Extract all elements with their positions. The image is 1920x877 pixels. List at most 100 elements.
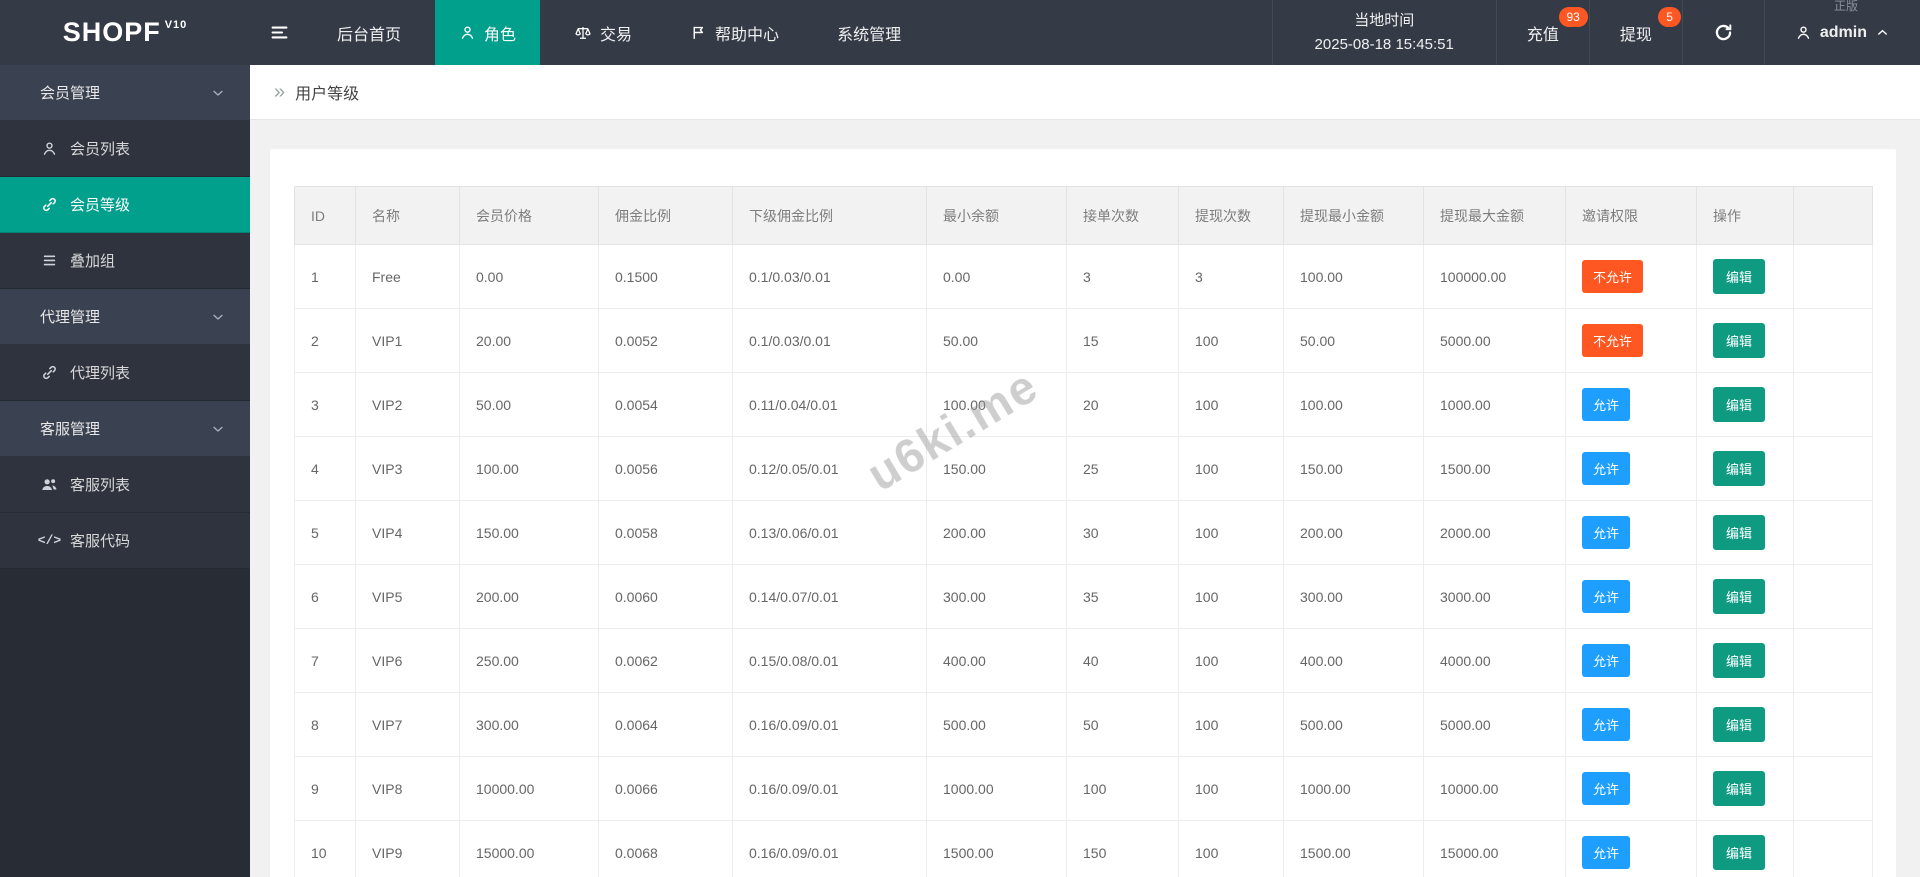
cell-min-withdraw: 50.00 [1283,308,1424,373]
person-icon [40,140,59,157]
cell-invite-permission: 允许 [1565,372,1697,437]
invite-permission-badge: 允许 [1582,644,1631,677]
cell-invite-permission: 允许 [1565,436,1697,501]
col-header-name: 名称 [355,186,460,245]
app-logo: SHOPF V10 [0,0,250,65]
cell-orders: 50 [1066,692,1179,757]
sidebar-item-agent-list[interactable]: 代理列表 [0,345,250,401]
cell-id: 5 [294,500,356,565]
table-row: 7 VIP6 250.00 0.0062 0.15/0.08/0.01 400.00 40 1… [294,628,1873,693]
invite-permission-badge: 允许 [1582,388,1631,421]
nav-item-label: 系统管理 [837,26,902,44]
cell-max-withdraw: 1000.00 [1423,372,1566,437]
sidebar-item-member-list[interactable]: 会员列表 [0,121,250,177]
cell-commission: 0.1500 [598,244,733,309]
cell-withdraw-count: 100 [1178,500,1284,565]
cell-actions: 编辑 [1696,820,1794,877]
cell-empty [1793,692,1873,757]
sidebar-item-member-level[interactable]: 会员等级 [0,177,250,233]
edit-button[interactable]: 编辑 [1713,643,1766,678]
nav-item-help-center[interactable]: 帮助中心 [666,0,803,65]
cell-id: 10 [294,820,356,877]
cell-orders: 150 [1066,820,1179,877]
sidebar-item-stack-group[interactable]: 叠加组 [0,233,250,289]
cell-name: VIP2 [355,372,460,437]
cell-withdraw-count: 100 [1178,564,1284,629]
cell-min-withdraw: 1500.00 [1283,820,1424,877]
cell-min-balance: 0.00 [926,244,1067,309]
edit-button[interactable]: 编辑 [1713,451,1766,486]
invite-permission-badge: 允许 [1582,772,1631,805]
sidebar-group-member-management[interactable]: 会员管理 [0,65,250,121]
edit-button[interactable]: 编辑 [1713,259,1766,294]
table-row: 5 VIP4 150.00 0.0058 0.13/0.06/0.01 200.00 30 1… [294,500,1873,565]
col-header-max-withdraw: 提现最大金额 [1423,186,1566,245]
hamburger-icon [269,22,290,43]
edit-button[interactable]: 编辑 [1713,323,1766,358]
chevron-down-icon [210,421,226,437]
sidebar-toggle-button[interactable] [250,0,308,65]
withdraw-button[interactable]: 提现 5 [1588,0,1682,65]
nav-item-label: 角色 [484,26,517,44]
cell-price: 250.00 [459,628,599,693]
refresh-button[interactable] [1681,0,1764,65]
cell-min-balance: 1500.00 [926,820,1067,877]
cell-id: 9 [294,756,356,821]
cell-sub-commission: 0.1/0.03/0.01 [732,244,927,309]
table-row: 10 VIP9 15000.00 0.0068 0.16/0.09/0.01 1500.0… [294,820,1873,877]
username-label: admin [1819,23,1867,41]
edit-button[interactable]: 编辑 [1713,707,1766,742]
cell-withdraw-count: 100 [1178,692,1284,757]
col-header-sub-commission: 下级佣金比例 [732,186,927,245]
edit-button[interactable]: 编辑 [1713,771,1766,806]
nav-item-dashboard[interactable]: 后台首页 [313,0,425,65]
sidebar-group-label: 客服管理 [40,421,101,438]
nav-item-trade[interactable]: 交易 [550,0,656,65]
table-body: 1 Free 0.00 0.1500 0.1/0.03/0.01 0.00 3 3 100.00… [294,244,1873,877]
cell-commission: 0.0068 [598,820,733,877]
cell-max-withdraw: 2000.00 [1423,500,1566,565]
sidebar-item-support-code[interactable]: </> 客服代码 [0,513,250,569]
main-content: » 用户等级 ID 名称 会员价格 佣金比例 下级佣金比例 最小余额 接单次数 [250,0,1920,877]
cell-withdraw-count: 100 [1178,308,1284,373]
cell-max-withdraw: 3000.00 [1423,564,1566,629]
edit-button[interactable]: 编辑 [1713,387,1766,422]
cell-sub-commission: 0.16/0.09/0.01 [732,820,927,877]
breadcrumb: » 用户等级 [250,65,1920,120]
invite-permission-badge: 允许 [1582,836,1631,869]
edit-button[interactable]: 编辑 [1713,515,1766,550]
sidebar-group-support-management[interactable]: 客服管理 [0,401,250,457]
cell-min-withdraw: 1000.00 [1283,756,1424,821]
edit-button[interactable]: 编辑 [1713,835,1766,870]
recharge-button[interactable]: 充值 93 [1495,0,1589,65]
nav-item-roles[interactable]: 角色 [435,0,541,65]
sidebar-item-label: 叠加组 [70,253,116,270]
cell-min-withdraw: 150.00 [1283,436,1424,501]
local-time-value: 2025-08-18 15:45:51 [1314,35,1454,53]
cell-sub-commission: 0.1/0.03/0.01 [732,308,927,373]
nav-item-system-settings[interactable]: 系统管理 [813,0,925,65]
recharge-count-badge: 93 [1558,7,1588,27]
cell-max-withdraw: 15000.00 [1423,820,1566,877]
cell-withdraw-count: 100 [1178,372,1284,437]
cell-price: 300.00 [459,692,599,757]
invite-permission-badge: 不允许 [1582,260,1644,293]
sidebar-item-label: 客服列表 [70,477,131,494]
user-icon [1795,24,1812,41]
cell-min-balance: 50.00 [926,308,1067,373]
chevron-down-icon [210,309,226,325]
cell-min-withdraw: 100.00 [1283,372,1424,437]
cell-name: VIP3 [355,436,460,501]
cell-id: 4 [294,436,356,501]
col-header-commission: 佣金比例 [598,186,733,245]
sidebar-item-support-list[interactable]: 客服列表 [0,457,250,513]
cell-invite-permission: 允许 [1565,756,1697,821]
cell-name: VIP7 [355,692,460,757]
edit-button[interactable]: 编辑 [1713,579,1766,614]
cell-empty [1793,244,1873,309]
cell-price: 10000.00 [459,756,599,821]
sidebar-group-agent-management[interactable]: 代理管理 [0,289,250,345]
people-icon [40,475,59,494]
cell-orders: 20 [1066,372,1179,437]
cell-max-withdraw: 5000.00 [1423,692,1566,757]
